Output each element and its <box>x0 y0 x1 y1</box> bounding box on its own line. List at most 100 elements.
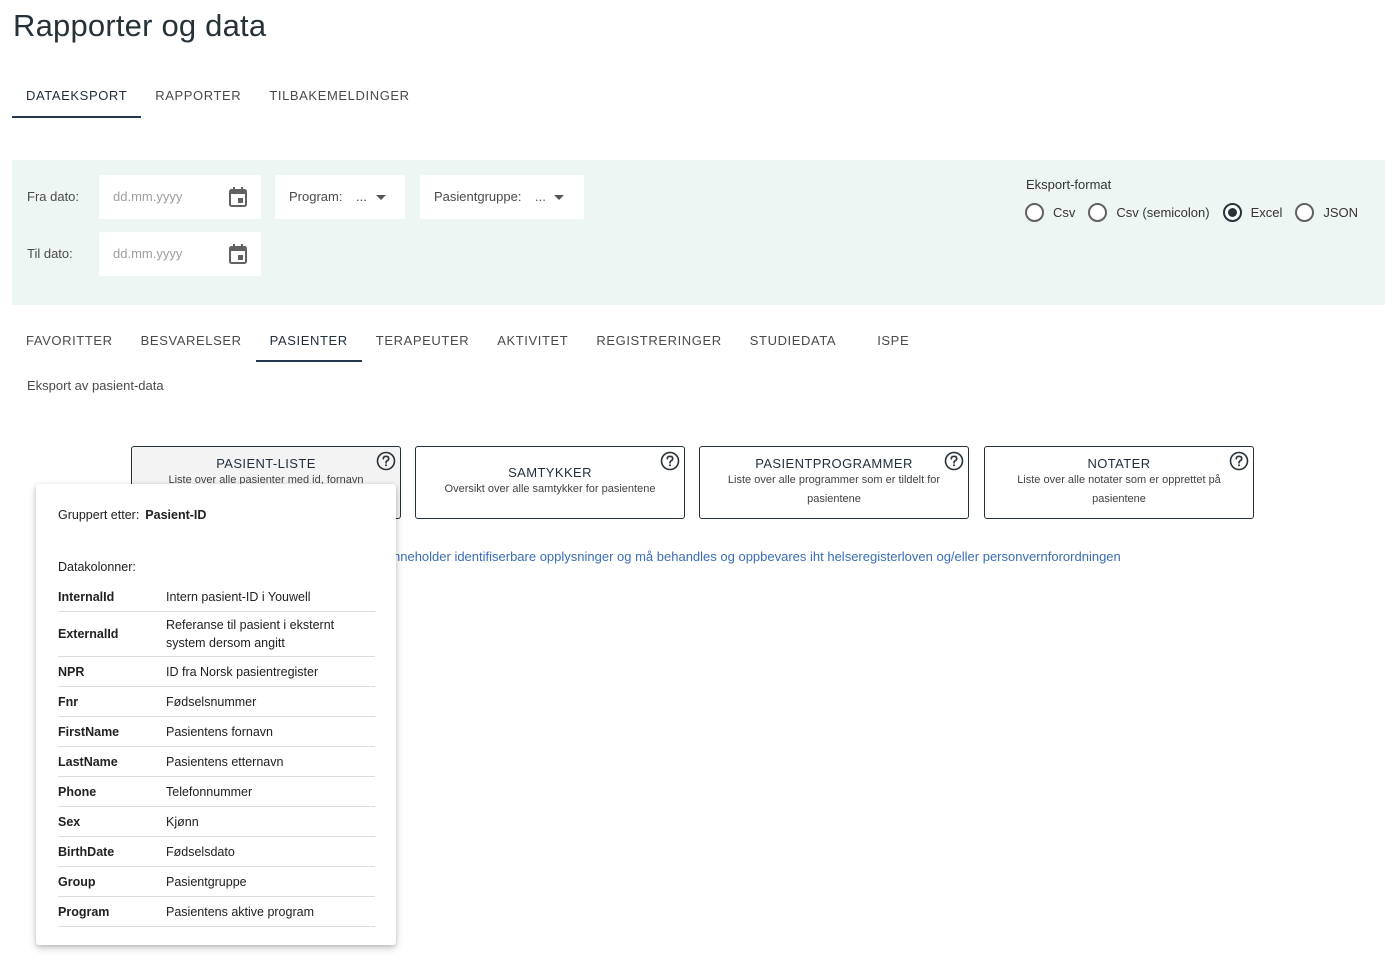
card-description: Liste over alle notater som er opprettet… <box>1017 474 1221 505</box>
program-value: ... <box>356 189 367 204</box>
column-description: Pasientgruppe <box>166 874 247 889</box>
from-date-placeholder: dd.mm.yyyy <box>113 189 183 204</box>
column-name: NPR <box>58 664 85 679</box>
section-description: Eksport av pasient-data <box>27 378 164 393</box>
card-title: PASIENT-LISTE <box>216 456 316 471</box>
column-name: BirthDate <box>58 844 115 859</box>
tab-tilbakemeldinger[interactable]: TILBAKEMELDINGER <box>255 76 423 118</box>
radio-button[interactable] <box>1295 203 1315 222</box>
help-icon[interactable] <box>660 451 680 471</box>
column-name: Sex <box>58 814 81 829</box>
tab-aktivitet[interactable]: AKTIVITET <box>483 320 582 362</box>
radio-csv-semicolon[interactable]: Csv (semicolon) <box>1088 203 1210 222</box>
from-date-label: Fra dato: <box>27 189 80 204</box>
tab-studiedata[interactable]: STUDIEDATA <box>736 320 850 362</box>
card-samtykker[interactable]: SAMTYKKER Oversikt over alle samtykker f… <box>415 446 685 519</box>
tab-terapeuter[interactable]: TERAPEUTER <box>362 320 483 362</box>
tab-ispe[interactable]: ISPE <box>850 320 923 362</box>
radio-label: Csv (semicolon) <box>1116 205 1210 220</box>
chevron-down-icon <box>376 195 386 200</box>
column-description: Intern pasient-ID i Youwell <box>166 589 311 604</box>
patient-group-label: Pasientgruppe: <box>434 189 522 204</box>
radio-label: Csv <box>1053 205 1076 220</box>
page-title: Rapporter og data <box>13 8 267 43</box>
card-pasientprogrammer[interactable]: PASIENTPROGRAMMER Liste over alle progra… <box>699 446 969 519</box>
column-description: Pasientens aktive program <box>166 904 314 919</box>
chevron-down-icon <box>554 195 564 200</box>
column-description: ID fra Norsk pasientregister <box>166 664 319 679</box>
table-row: Group Pasientgruppe <box>58 867 375 897</box>
column-description: Fødselsnummer <box>166 694 257 709</box>
export-format-title: Eksport-format <box>1026 177 1112 192</box>
radio-label: JSON <box>1323 205 1359 220</box>
to-date-input[interactable]: dd.mm.yyyy <box>99 232 261 276</box>
table-row: Program Pasientens aktive program <box>58 897 375 927</box>
column-name: Phone <box>58 784 97 799</box>
tab-dataeksport[interactable]: DATAEKSPORT <box>12 76 142 118</box>
column-description: Pasientens fornavn <box>166 724 274 739</box>
column-name: Program <box>58 904 110 919</box>
to-date-label: Til dato: <box>27 246 73 261</box>
column-name: InternalId <box>58 589 115 604</box>
column-name: LastName <box>58 754 118 769</box>
program-select[interactable]: Program: ... <box>275 175 405 219</box>
tab-rapporter[interactable]: RAPPORTER <box>141 76 255 118</box>
table-row: FirstName Pasientens fornavn <box>58 717 375 747</box>
tab-favoritter[interactable]: FAVORITTER <box>12 320 127 362</box>
patient-group-value: ... <box>535 189 546 204</box>
radio-excel[interactable]: Excel <box>1222 203 1283 222</box>
card-title: SAMTYKKER <box>508 465 592 480</box>
help-icon[interactable] <box>944 451 964 471</box>
card-description: Liste over alle programmer som er tildel… <box>727 474 941 505</box>
column-name: FirstName <box>58 724 120 739</box>
table-row: Phone Telefonnummer <box>58 777 375 807</box>
column-description: Kjønn <box>166 814 199 829</box>
column-name: ExternalId <box>58 627 119 641</box>
export-format-radio-group: Csv Csv (semicolon) Excel JSON <box>1025 203 1371 222</box>
data-columns-table: InternalId Intern pasient-ID i Youwell Ex… <box>58 582 375 927</box>
help-icon[interactable] <box>376 451 396 471</box>
grouped-by-label: Gruppert etter: <box>58 508 140 522</box>
grouped-by: Gruppert etter: Pasient-ID <box>58 508 206 522</box>
table-row: ExternalId Referanse til pasient i ekster… <box>58 612 375 657</box>
column-name: Group <box>58 874 96 889</box>
column-description: Telefonnummer <box>166 784 253 799</box>
radio-csv[interactable]: Csv <box>1025 203 1075 222</box>
column-description: Referanse til pasient i eksternt system … <box>166 618 335 650</box>
main-tabs: DATAEKSPORT RAPPORTER TILBAKEMELDINGER <box>12 76 424 118</box>
radio-json[interactable]: JSON <box>1295 203 1358 222</box>
radio-button[interactable] <box>1025 203 1044 222</box>
column-name: Fnr <box>58 694 79 709</box>
radio-button-checked[interactable] <box>1222 203 1242 222</box>
calendar-icon[interactable] <box>229 244 247 264</box>
column-info-popover: Gruppert etter: Pasient-ID Datakolonner: … <box>36 484 396 945</box>
filter-panel: Fra dato: dd.mm.yyyy Program: ... Pasien… <box>12 160 1385 305</box>
grouped-by-value: Pasient-ID <box>145 508 207 522</box>
column-description: Pasientens etternavn <box>166 754 284 769</box>
card-title: NOTATER <box>1087 456 1151 471</box>
data-columns-label: Datakolonner: <box>58 560 136 574</box>
table-row: LastName Pasientens etternavn <box>58 747 375 777</box>
table-row: Fnr Fødselsnummer <box>58 687 375 717</box>
to-date-placeholder: dd.mm.yyyy <box>113 246 183 261</box>
column-description: Fødselsdato <box>166 844 235 859</box>
radio-label: Excel <box>1250 205 1283 220</box>
radio-button[interactable] <box>1088 203 1108 222</box>
from-date-input[interactable]: dd.mm.yyyy <box>99 175 261 219</box>
tab-pasienter[interactable]: PASIENTER <box>255 320 362 362</box>
table-row: NPR ID fra Norsk pasientregister <box>58 657 375 687</box>
table-row: Sex Kjønn <box>58 807 375 837</box>
tab-registreringer[interactable]: REGISTRERINGER <box>582 320 735 362</box>
patient-group-select[interactable]: Pasientgruppe: ... <box>420 175 584 219</box>
help-icon[interactable] <box>1229 451 1249 471</box>
table-row: BirthDate Fødselsdato <box>58 837 375 867</box>
privacy-warning: nneholder identifiserbare opplysninger o… <box>393 549 1121 564</box>
table-row: InternalId Intern pasient-ID i Youwell <box>58 582 375 612</box>
card-description: Oversikt over alle samtykker for pasient… <box>444 483 656 495</box>
calendar-icon[interactable] <box>229 187 247 207</box>
program-label: Program: <box>289 189 343 204</box>
card-notater[interactable]: NOTATER Liste over alle notater som er o… <box>984 446 1254 519</box>
sub-tabs: FAVORITTER BESVARELSER PASIENTER TERAPEU… <box>12 320 923 362</box>
tab-besvarelser[interactable]: BESVARELSER <box>127 320 256 362</box>
card-title: PASIENTPROGRAMMER <box>755 456 913 471</box>
